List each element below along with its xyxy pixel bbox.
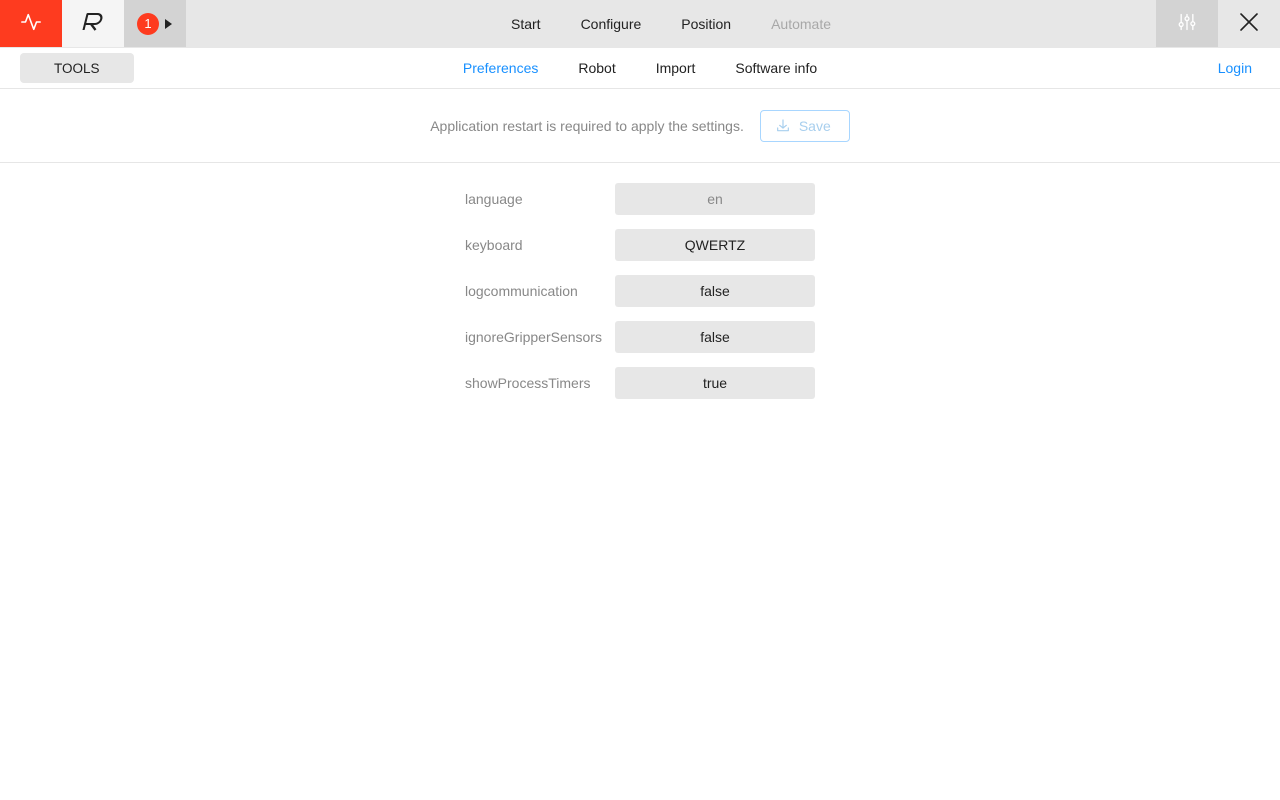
nav-automate: Automate — [771, 16, 831, 32]
sliders-icon — [1177, 12, 1197, 35]
save-button[interactable]: Save — [760, 110, 850, 142]
tools-button[interactable]: TOOLS — [20, 53, 134, 83]
settings-list: language en keyboard QWERTZ logcommunica… — [0, 163, 1280, 399]
setting-value-language[interactable]: en — [615, 183, 815, 215]
step-indicator[interactable]: 1 — [124, 0, 186, 47]
tools-label: TOOLS — [54, 61, 100, 76]
subbar: TOOLS Preferences Robot Import Software … — [0, 48, 1280, 89]
setting-label: ignoreGripperSensors — [465, 329, 602, 345]
settings-sliders-button[interactable] — [1156, 0, 1218, 47]
setting-ignoregrippersensors: ignoreGripperSensors false — [465, 321, 815, 353]
restart-hint: Application restart is required to apply… — [430, 118, 744, 134]
setting-keyboard: keyboard QWERTZ — [465, 229, 815, 261]
setting-value-ignoregrippersensors[interactable]: false — [615, 321, 815, 353]
tab-robot[interactable]: Robot — [578, 60, 615, 76]
step-badge: 1 — [137, 13, 159, 35]
setting-label: showProcessTimers — [465, 375, 591, 391]
logo-r-icon — [81, 12, 105, 35]
nav-configure[interactable]: Configure — [581, 16, 642, 32]
setting-label: language — [465, 191, 523, 207]
setting-logcommunication: logcommunication false — [465, 275, 815, 307]
save-row: Application restart is required to apply… — [0, 89, 1280, 163]
setting-showprocesstimers: showProcessTimers true — [465, 367, 815, 399]
close-icon — [1239, 12, 1259, 35]
download-icon — [775, 118, 791, 134]
setting-language: language en — [465, 183, 815, 215]
app-logo-button[interactable] — [62, 0, 124, 47]
nav-position[interactable]: Position — [681, 16, 731, 32]
setting-label: keyboard — [465, 237, 523, 253]
status-button[interactable] — [0, 0, 62, 47]
setting-value-keyboard[interactable]: QWERTZ — [615, 229, 815, 261]
setting-label: logcommunication — [465, 283, 578, 299]
setting-value-showprocesstimers[interactable]: true — [615, 367, 815, 399]
sub-tabs: Preferences Robot Import Software info — [0, 60, 1280, 76]
tab-preferences[interactable]: Preferences — [463, 60, 538, 76]
save-button-label: Save — [799, 118, 831, 134]
topbar-nav: Start Configure Position Automate — [186, 0, 1156, 47]
caret-right-icon — [165, 16, 173, 32]
nav-start[interactable]: Start — [511, 16, 541, 32]
tab-import[interactable]: Import — [656, 60, 696, 76]
topbar: 1 Start Configure Position Automate — [0, 0, 1280, 48]
setting-value-logcommunication[interactable]: false — [615, 275, 815, 307]
tab-software-info[interactable]: Software info — [735, 60, 817, 76]
login-link[interactable]: Login — [1218, 60, 1252, 76]
pulse-icon — [20, 11, 42, 36]
close-button[interactable] — [1218, 0, 1280, 47]
